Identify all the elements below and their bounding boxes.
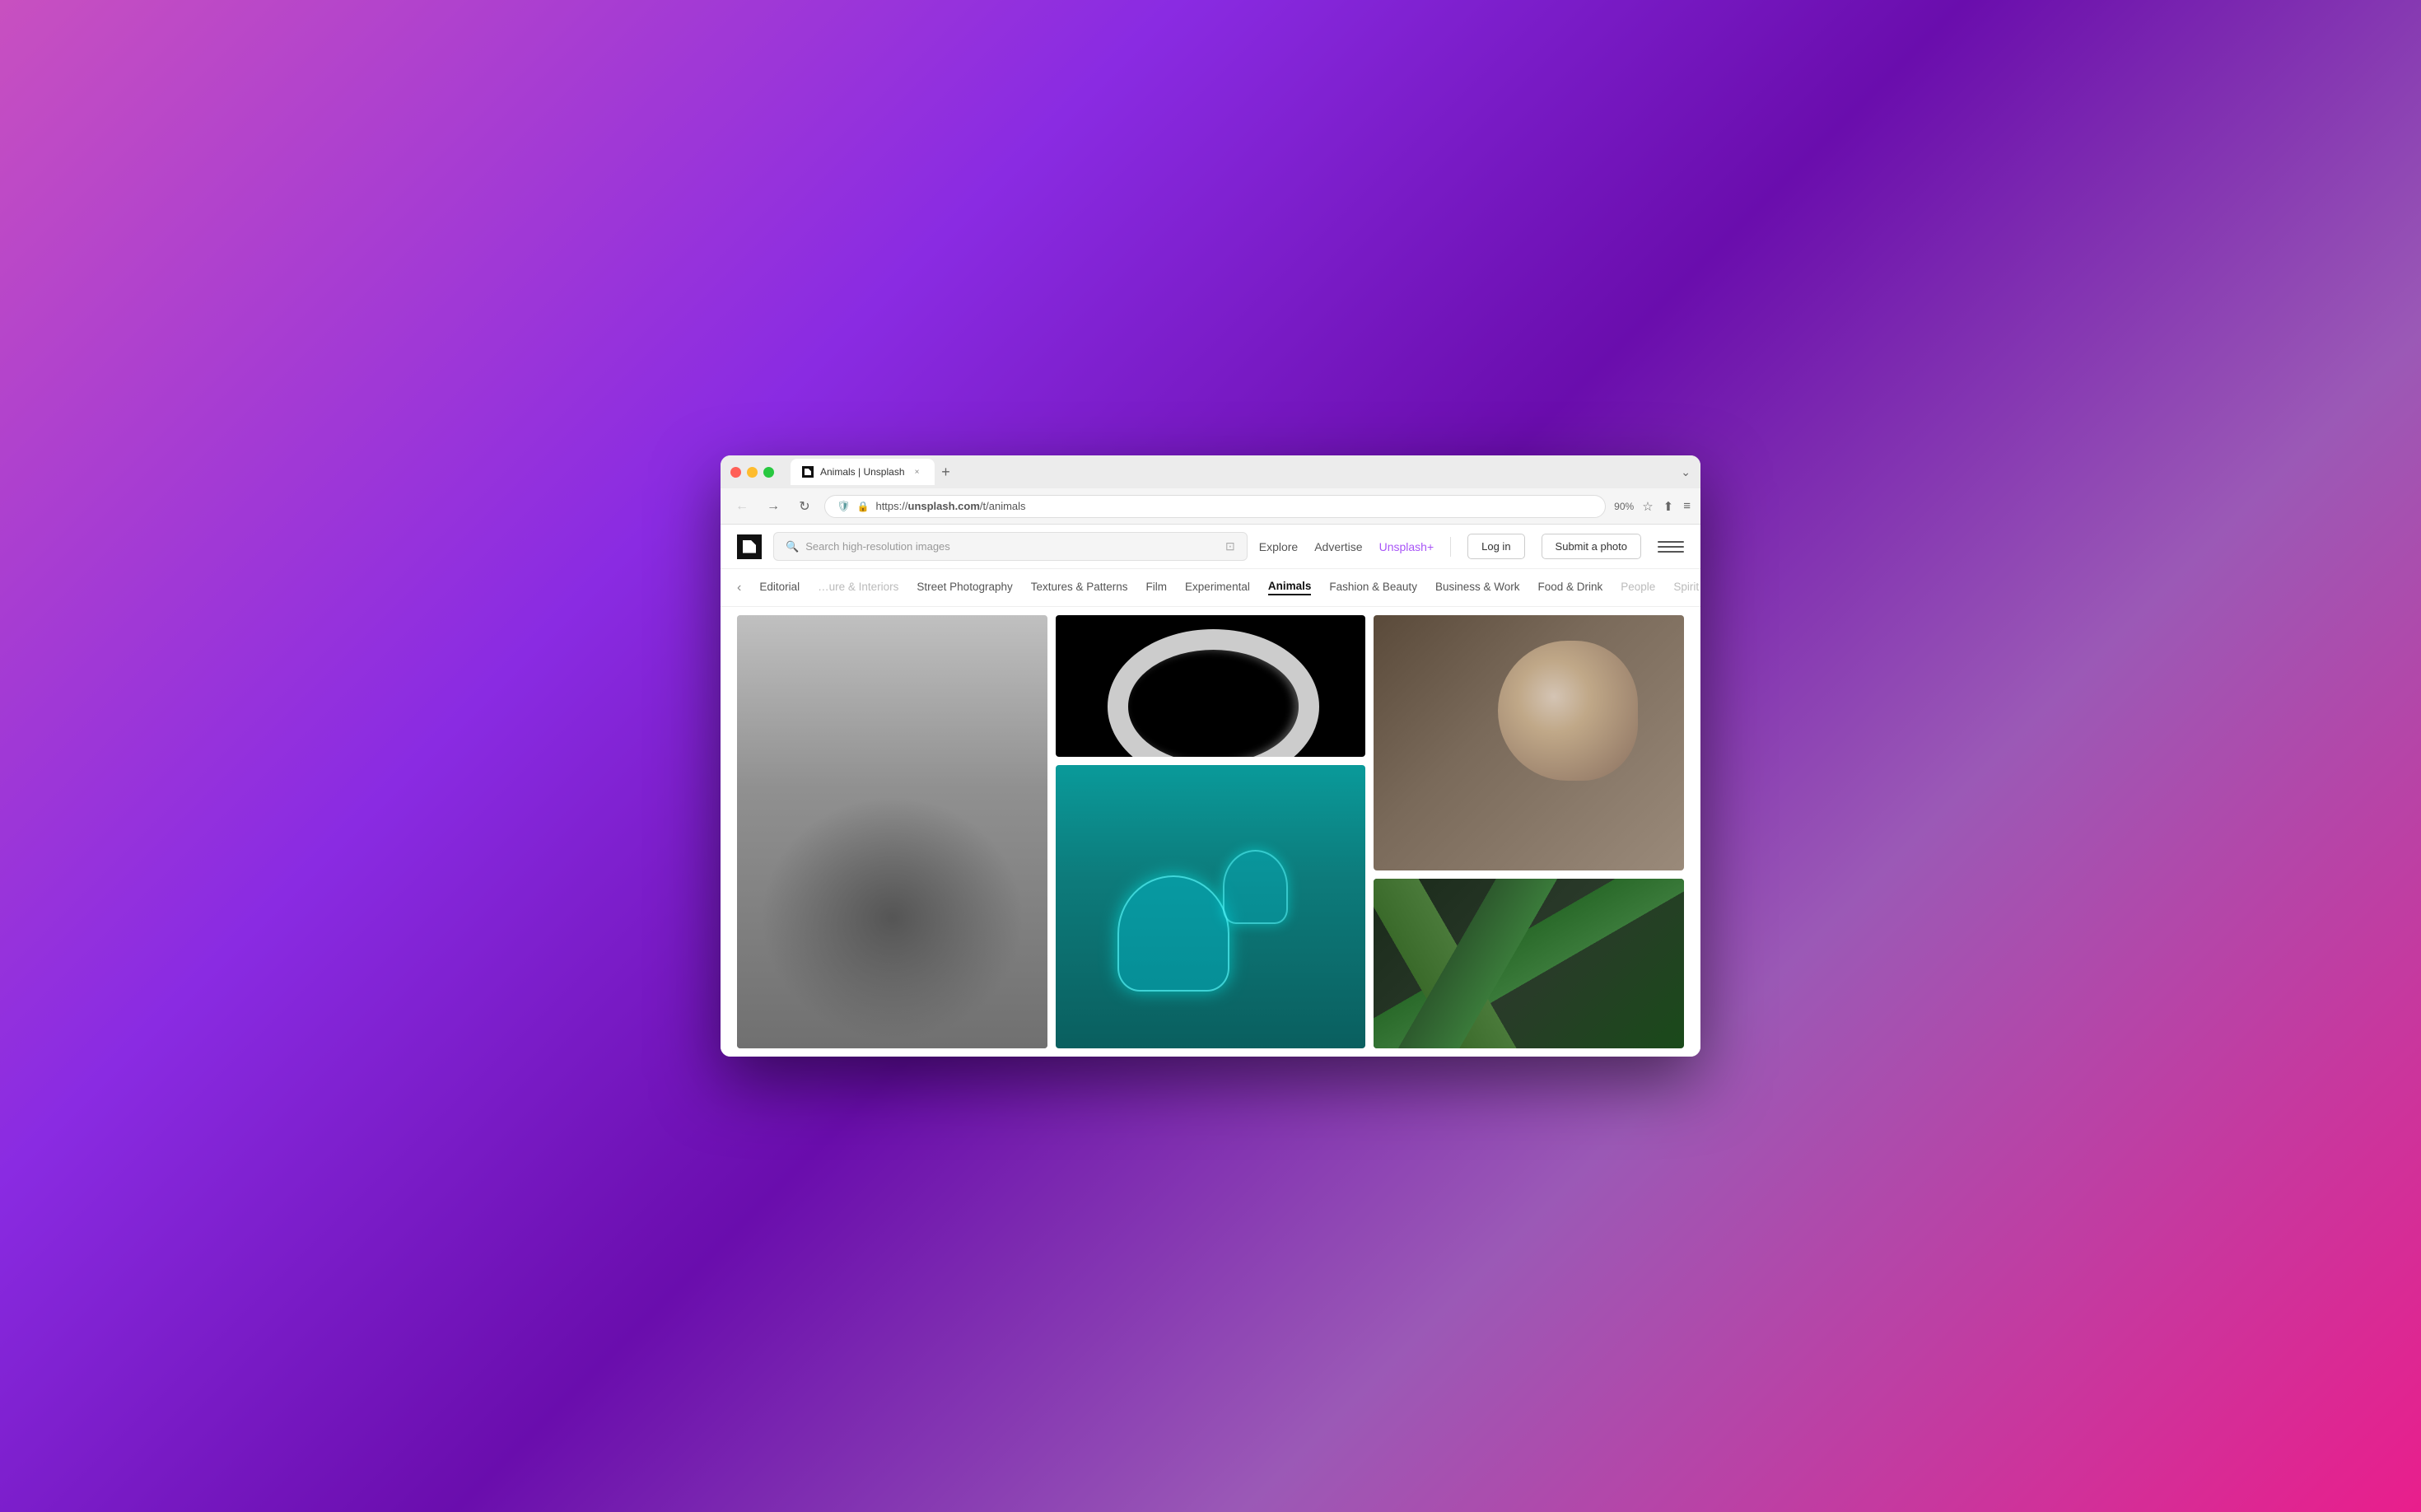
- hamburger-menu-button[interactable]: [1658, 534, 1684, 560]
- traffic-lights: [730, 467, 774, 478]
- photo-column-3: [1374, 615, 1684, 1048]
- category-animals[interactable]: Animals: [1268, 580, 1312, 595]
- photo-item-moon[interactable]: [1056, 615, 1366, 757]
- photo-item-cow[interactable]: [737, 615, 1047, 1048]
- shield-icon: 🛡: [837, 500, 851, 513]
- category-editorial[interactable]: Editorial: [759, 581, 800, 595]
- scroll-left-button[interactable]: ‹: [737, 581, 741, 595]
- url-prefix: https://: [875, 500, 907, 512]
- photo-item-monkey[interactable]: [1374, 615, 1684, 870]
- address-bar: ← → ↻ 🛡 🔒 https://unsplash.com/t/animals…: [721, 488, 1700, 525]
- ai-search-button[interactable]: ⊡: [1225, 539, 1235, 553]
- photo-item-jellyfish[interactable]: [1056, 765, 1366, 1048]
- maximize-window-button[interactable]: [763, 467, 774, 478]
- category-business-work[interactable]: Business & Work: [1435, 581, 1520, 595]
- zoom-level[interactable]: 90%: [1614, 501, 1634, 512]
- url-text: https://unsplash.com/t/animals: [875, 500, 1025, 512]
- back-button[interactable]: ←: [730, 495, 753, 518]
- photo-column-2: [1056, 615, 1366, 1048]
- nav-unsplash-plus[interactable]: Unsplash+: [1379, 540, 1434, 553]
- category-street-photography[interactable]: Street Photography: [917, 581, 1012, 595]
- title-bar: Animals | Unsplash × + ⌄: [721, 455, 1700, 488]
- tab-bar: Animals | Unsplash × +: [791, 459, 1672, 485]
- url-domain: unsplash.com: [908, 500, 980, 512]
- category-film[interactable]: Film: [1146, 581, 1168, 595]
- tab-dropdown-button[interactable]: ⌄: [1681, 465, 1691, 479]
- lock-icon: 🔒: [857, 501, 870, 512]
- category-fashion-beauty[interactable]: Fashion & Beauty: [1329, 581, 1417, 595]
- nav-explore[interactable]: Explore: [1259, 540, 1298, 553]
- menu-line-3: [1658, 551, 1684, 553]
- header-nav: Explore Advertise Unsplash+ Log in Submi…: [1259, 534, 1684, 560]
- tab-favicon: [802, 466, 814, 478]
- minimize-window-button[interactable]: [747, 467, 758, 478]
- site-header: 🔍 Search high-resolution images ⊡ Explor…: [721, 525, 1700, 569]
- category-textures-patterns[interactable]: Textures & Patterns: [1031, 581, 1128, 595]
- category-spirit[interactable]: Spirit: [1673, 581, 1699, 595]
- category-experimental[interactable]: Experimental: [1185, 581, 1250, 595]
- close-window-button[interactable]: [730, 467, 741, 478]
- category-food-drink[interactable]: Food & Drink: [1538, 581, 1603, 595]
- tab-close-button[interactable]: ×: [912, 466, 923, 478]
- category-nav: ‹ Editorial …ure & Interiors Street Phot…: [721, 569, 1700, 607]
- share-icon[interactable]: ⬆: [1663, 499, 1674, 514]
- nav-advertise[interactable]: Advertise: [1314, 540, 1362, 553]
- search-bar[interactable]: 🔍 Search high-resolution images ⊡: [773, 532, 1248, 561]
- menu-line-1: [1658, 541, 1684, 543]
- category-architecture[interactable]: …ure & Interiors: [818, 581, 898, 595]
- browser-menu-icon[interactable]: ≡: [1683, 499, 1691, 513]
- forward-button[interactable]: →: [762, 495, 785, 518]
- search-placeholder: Search high-resolution images: [805, 540, 950, 553]
- bookmark-icon[interactable]: ☆: [1642, 499, 1653, 514]
- url-path: /t/animals: [980, 500, 1026, 512]
- browser-tab-active[interactable]: Animals | Unsplash ×: [791, 459, 935, 485]
- unsplash-logo[interactable]: [737, 534, 762, 559]
- tab-title: Animals | Unsplash: [820, 466, 905, 478]
- search-icon: 🔍: [786, 540, 799, 553]
- photo-item-plant[interactable]: [1374, 879, 1684, 1048]
- logo-icon: [743, 540, 756, 553]
- photo-column-1: [737, 615, 1047, 1048]
- header-divider: [1450, 537, 1451, 557]
- photo-grid: [721, 607, 1700, 1057]
- submit-photo-button[interactable]: Submit a photo: [1542, 534, 1641, 559]
- category-people[interactable]: People: [1621, 581, 1655, 595]
- address-icons: ☆ ⬆ ≡: [1642, 499, 1691, 514]
- login-button[interactable]: Log in: [1467, 534, 1524, 559]
- reload-button[interactable]: ↻: [793, 495, 816, 518]
- menu-line-2: [1658, 546, 1684, 548]
- new-tab-button[interactable]: +: [935, 460, 958, 483]
- browser-window: Animals | Unsplash × + ⌄ ← → ↻ 🛡 🔒 https…: [721, 455, 1700, 1057]
- url-bar[interactable]: 🛡 🔒 https://unsplash.com/t/animals: [824, 495, 1606, 518]
